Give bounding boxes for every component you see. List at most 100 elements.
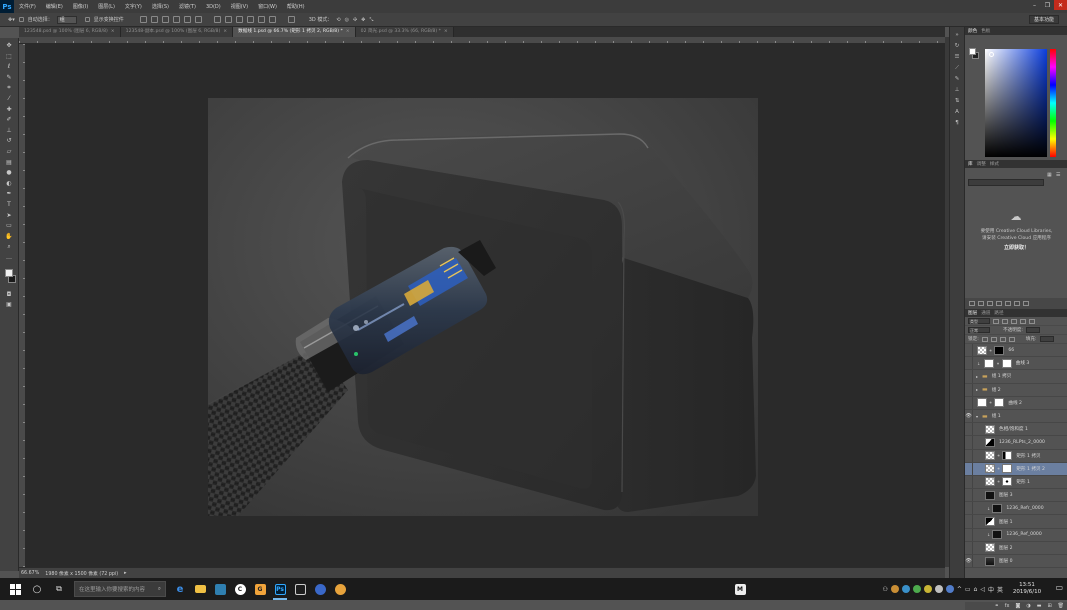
close-icon[interactable]: × xyxy=(444,29,448,34)
path-select-tool-icon[interactable]: ➤ xyxy=(4,211,15,220)
eye-icon[interactable]: 👁 xyxy=(965,555,973,568)
layer-row[interactable]: ↓ 1236_Ref_0000 xyxy=(965,528,1067,542)
distribute-right-icon[interactable] xyxy=(268,16,276,23)
tab-styles[interactable]: 样式 xyxy=(990,161,999,167)
3d-scale-icon[interactable]: ⤡ xyxy=(369,17,373,23)
new-group-icon[interactable]: ▬ xyxy=(1037,603,1042,609)
pen-tool-icon[interactable]: ✒ xyxy=(4,189,15,198)
layer-row[interactable]: 图层 3 xyxy=(965,489,1067,503)
layer-row[interactable]: 1236_RLPts_2_0000 xyxy=(965,436,1067,450)
tab-document-3[interactable]: 数据线 1.psd @ 66.7% (矩形 1 拷贝 2, RGB/8) * × xyxy=(233,27,356,37)
filter-smart-icon[interactable] xyxy=(1029,318,1035,324)
layer-name[interactable]: 1236_Refr_0000 xyxy=(1006,506,1043,511)
chevron-up-icon[interactable]: ^ xyxy=(957,586,962,593)
menu-select[interactable]: 选择(S) xyxy=(147,3,174,10)
tray-app-icon[interactable] xyxy=(912,585,921,593)
menu-filter[interactable]: 滤镜(T) xyxy=(174,3,201,10)
link-layers-icon[interactable]: ⚭ xyxy=(995,603,999,609)
lock-pixels-icon[interactable] xyxy=(981,336,988,342)
collapse-panels-icon[interactable]: » xyxy=(953,31,961,39)
menu-3d[interactable]: 3D(D) xyxy=(201,4,226,10)
visibility-toggle[interactable] xyxy=(965,370,973,383)
lasso-tool-icon[interactable]: ℓ xyxy=(4,62,15,71)
layer-name[interactable]: 图层 1 xyxy=(999,519,1013,525)
library-dropdown[interactable] xyxy=(968,179,1044,186)
grid-view-icon[interactable]: ▦ xyxy=(1047,172,1052,178)
visibility-toggle[interactable] xyxy=(965,502,973,515)
visibility-toggle[interactable] xyxy=(965,541,973,554)
type-tool-icon[interactable]: T xyxy=(4,200,15,209)
library-trash-icon[interactable] xyxy=(1023,301,1029,306)
tab-adjustments[interactable]: 调整 xyxy=(977,161,986,167)
app-m-icon[interactable]: M xyxy=(730,578,750,600)
app-g-icon[interactable]: G xyxy=(250,578,270,600)
layer-row[interactable]: ▸ ▬ 组 2 xyxy=(965,383,1067,397)
trash-icon[interactable]: 🗑 xyxy=(1058,603,1064,609)
restore-icon[interactable]: ❐ xyxy=(1041,0,1054,10)
visibility-toggle[interactable] xyxy=(965,423,973,436)
layer-mask-thumbnail[interactable] xyxy=(1002,451,1013,461)
blur-tool-icon[interactable]: ● xyxy=(4,168,15,177)
tab-libraries[interactable]: 库 xyxy=(968,161,973,167)
tray-app-icon[interactable] xyxy=(901,585,910,593)
layer-row[interactable]: ↓ ⚭ 曲线 3 xyxy=(965,357,1067,371)
visibility-toggle[interactable] xyxy=(965,515,973,528)
layer-row[interactable]: ⚭ 66 xyxy=(965,344,1067,358)
tab-channels[interactable]: 通道 xyxy=(981,310,990,316)
library-cloud-icon[interactable] xyxy=(1014,301,1020,306)
photoshop-app-icon[interactable]: Ps xyxy=(270,578,290,600)
eye-icon[interactable]: 👁 xyxy=(965,409,973,423)
3d-rotate-icon[interactable]: ⟲ xyxy=(336,17,340,23)
layer-name[interactable]: 图层 3 xyxy=(999,492,1013,498)
healing-brush-tool-icon[interactable]: ✚ xyxy=(4,105,15,114)
document-canvas[interactable] xyxy=(208,98,758,516)
zoom-level[interactable]: 66.67% xyxy=(21,571,39,576)
distribute-center-icon[interactable] xyxy=(257,16,265,23)
show-transform-checkbox[interactable] xyxy=(84,17,90,22)
layer-name[interactable]: 矩形 1 拷贝 xyxy=(1016,453,1040,459)
layer-name[interactable]: 66 xyxy=(1008,348,1014,353)
distribute-left-icon[interactable] xyxy=(246,16,254,23)
layer-name[interactable]: 组 2 xyxy=(992,387,1001,393)
layer-row[interactable]: 👁 ▾ ▬ 组 1 xyxy=(965,409,1067,424)
tray-app-icon[interactable] xyxy=(945,585,954,593)
brush-settings-icon[interactable]: ✎ xyxy=(953,75,961,83)
visibility-toggle[interactable] xyxy=(965,489,973,502)
foreground-color-swatch[interactable] xyxy=(5,269,13,278)
menu-help[interactable]: 帮助(H) xyxy=(282,3,310,10)
layer-row[interactable]: 色相/饱和度 1 xyxy=(965,423,1067,437)
battery-icon[interactable]: ▭ xyxy=(965,586,971,593)
zoom-tool-icon[interactable]: ⌕ xyxy=(4,242,15,251)
hand-tool-icon[interactable]: ✋ xyxy=(4,232,15,241)
library-graphic-icon[interactable] xyxy=(1005,301,1011,306)
visibility-toggle[interactable] xyxy=(965,383,973,396)
layer-kind-filter[interactable]: 类型 xyxy=(968,318,990,324)
auto-select-dropdown[interactable]: 组 xyxy=(56,15,77,24)
crop-tool-icon[interactable]: ⌗ xyxy=(4,83,15,92)
layer-row[interactable]: ⚭ 矩形 1 xyxy=(965,475,1067,490)
move-tool-icon[interactable]: ✥▾ xyxy=(8,17,15,23)
menu-edit[interactable]: 编辑(E) xyxy=(41,3,68,10)
workspace-switcher[interactable]: 基本功能 xyxy=(1028,15,1059,24)
visibility-toggle[interactable] xyxy=(965,436,973,449)
marquee-tool-icon[interactable]: ⬚ xyxy=(4,52,15,61)
move-tool-icon[interactable]: ✥ xyxy=(4,41,15,50)
menu-layer[interactable]: 图层(L) xyxy=(93,3,120,10)
tray-app-icon[interactable] xyxy=(934,585,943,593)
visibility-toggle[interactable] xyxy=(965,449,973,462)
layer-row[interactable]: ⚭ 矩形 1 拷贝 xyxy=(965,449,1067,463)
visibility-toggle[interactable] xyxy=(965,528,973,541)
lock-paint-icon[interactable] xyxy=(990,336,997,342)
paths-icon[interactable]: ⟋ xyxy=(953,64,961,72)
vertical-ruler[interactable] xyxy=(19,44,26,567)
tab-document-4[interactable]: 02 简光.psd @ 33.3% (66, RGB/8) * × xyxy=(355,27,454,37)
fill-field[interactable] xyxy=(1039,336,1054,342)
3d-slide-icon[interactable]: ✥ xyxy=(361,17,365,23)
blend-mode-dropdown[interactable]: 正常 xyxy=(968,327,990,333)
layer-mask-thumbnail[interactable] xyxy=(1002,477,1013,487)
tab-paths[interactable]: 路径 xyxy=(994,310,1003,316)
tab-layers[interactable]: 图层 xyxy=(968,310,977,316)
quick-mask-icon[interactable]: ◘ xyxy=(4,290,15,299)
layer-mask-thumbnail[interactable] xyxy=(1001,358,1012,368)
history-brush-tool-icon[interactable]: ↺ xyxy=(4,136,15,145)
